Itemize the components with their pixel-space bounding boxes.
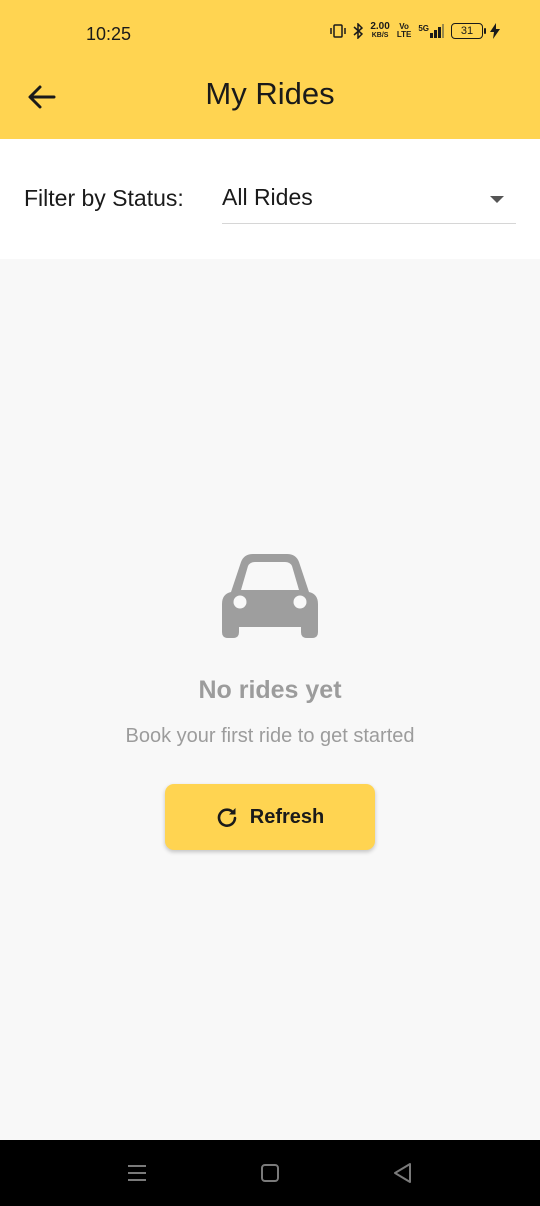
back-triangle-icon[interactable] bbox=[389, 1160, 417, 1186]
signal-icon bbox=[430, 24, 444, 38]
refresh-button[interactable]: Refresh bbox=[165, 784, 375, 850]
signal-indicator: 5G bbox=[418, 24, 444, 38]
home-icon[interactable] bbox=[256, 1160, 284, 1186]
page-title: My Rides bbox=[205, 76, 335, 111]
vibrate-icon bbox=[330, 24, 347, 38]
volte-indicator: Vo LTE bbox=[396, 22, 412, 39]
system-nav-bar bbox=[0, 1140, 540, 1206]
app-bar: 10:25 2.00 KB/S Vo LTE 5G 31 My Rides bbox=[0, 0, 540, 139]
status-filter-dropdown[interactable]: All Rides bbox=[222, 179, 516, 224]
filter-panel: Filter by Status: All Rides bbox=[0, 139, 540, 259]
filter-selected-value: All Rides bbox=[222, 184, 313, 210]
refresh-icon bbox=[217, 808, 237, 827]
filter-label: Filter by Status: bbox=[24, 185, 184, 211]
menu-icon[interactable] bbox=[123, 1160, 151, 1186]
bluetooth-icon bbox=[353, 23, 364, 39]
car-icon bbox=[222, 554, 318, 638]
network-speed: 2.00 KB/S bbox=[370, 21, 390, 40]
battery-indicator: 31 bbox=[451, 23, 486, 39]
status-icons: 2.00 KB/S Vo LTE 5G 31 bbox=[330, 22, 500, 40]
refresh-label: Refresh bbox=[249, 805, 325, 828]
charging-icon bbox=[490, 23, 500, 39]
status-time: 10:25 bbox=[86, 24, 132, 44]
dropdown-caret-icon bbox=[490, 196, 504, 203]
empty-state-subtitle: Book your first ride to get started bbox=[125, 725, 415, 747]
empty-state-title: No rides yet bbox=[198, 676, 342, 704]
